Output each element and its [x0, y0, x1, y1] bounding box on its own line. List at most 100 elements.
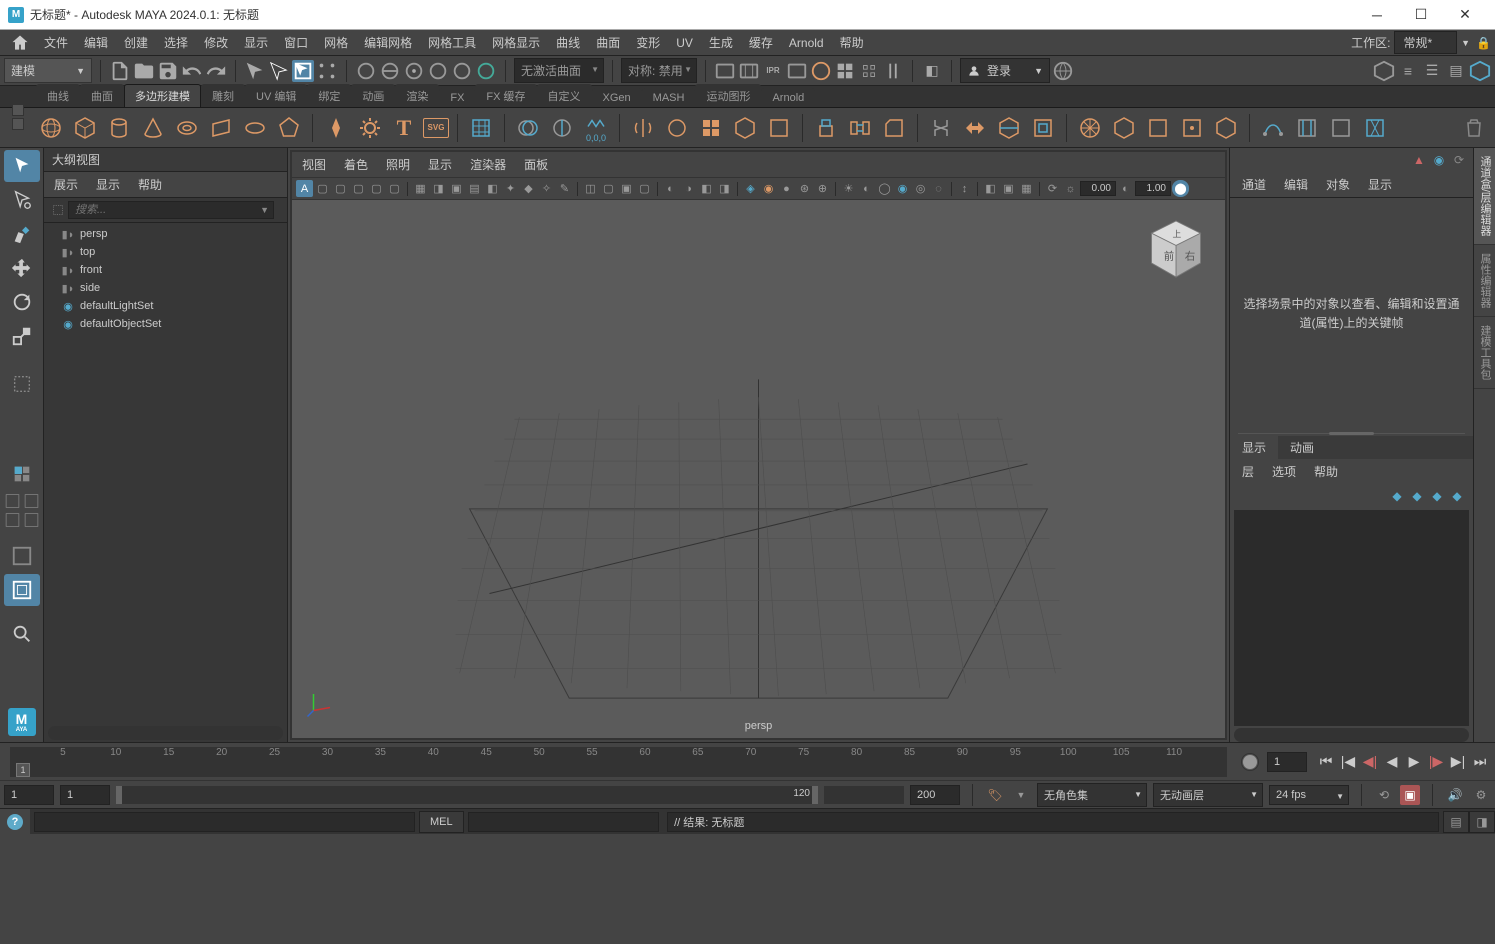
outliner-menu-show[interactable]: 展示: [50, 174, 82, 195]
vp-light-icon[interactable]: ☀: [840, 180, 857, 197]
toggle-panel-icon[interactable]: ◧: [921, 60, 943, 82]
shelf-trash-icon[interactable]: [1459, 113, 1489, 143]
shelf-tab-arnold[interactable]: Arnold: [761, 88, 815, 107]
key-caret-icon[interactable]: ▼: [1011, 785, 1031, 805]
new-scene-icon[interactable]: [109, 60, 131, 82]
shelf-tab-fx-caching[interactable]: FX 缓存: [475, 84, 536, 107]
outliner-menu-display[interactable]: 显示: [92, 174, 124, 195]
toggle-attribute-editor-icon[interactable]: ≡: [1397, 60, 1419, 82]
poly-cube-icon[interactable]: [70, 113, 100, 143]
poke-icon[interactable]: [1177, 113, 1207, 143]
layout-two-h-icon[interactable]: [23, 492, 40, 509]
menu-window[interactable]: 窗口: [276, 30, 316, 55]
script-editor-icon[interactable]: ▤: [1443, 811, 1469, 833]
channel-tab-channels[interactable]: 通道: [1238, 174, 1270, 195]
vp-grid-icon[interactable]: ▦: [412, 180, 429, 197]
view-cube[interactable]: 前 右 上: [1141, 214, 1211, 284]
vp-menu-renderer[interactable]: 渲染器: [466, 154, 510, 175]
vp-shadow-icon[interactable]: ◐: [858, 180, 875, 197]
menu-modify[interactable]: 修改: [196, 30, 236, 55]
layout-two-v-icon[interactable]: [4, 511, 21, 528]
toggle-channel-box-icon[interactable]: ▤: [1445, 60, 1467, 82]
minimize-button[interactable]: ─: [1355, 0, 1399, 30]
separate-icon[interactable]: [547, 113, 577, 143]
outliner-item-defaultobjectset[interactable]: ◉defaultObjectSet: [44, 315, 287, 333]
connect-icon[interactable]: [1326, 113, 1356, 143]
layout-four-icon[interactable]: [4, 492, 21, 509]
vp-multisample-icon[interactable]: ◨: [716, 180, 733, 197]
outliner-menu-help[interactable]: 帮助: [134, 174, 166, 195]
fill-hole-icon[interactable]: [1109, 113, 1139, 143]
menu-uv[interactable]: UV: [668, 32, 701, 54]
layer-list[interactable]: [1234, 510, 1469, 727]
insert-edge-loop-icon[interactable]: [1028, 113, 1058, 143]
vp-use-all-lights-icon[interactable]: ▢: [636, 180, 653, 197]
select-mask-icon[interactable]: [316, 60, 338, 82]
open-scene-icon[interactable]: [133, 60, 155, 82]
vp-xray-active-icon[interactable]: ⊛: [796, 180, 813, 197]
shelf-tab-curves[interactable]: 曲线: [36, 84, 80, 107]
menu-arnold[interactable]: Arnold: [781, 32, 832, 54]
menu-create[interactable]: 创建: [116, 30, 156, 55]
outliner-item-front[interactable]: ▮◗front: [44, 261, 287, 279]
layer-move-up-icon[interactable]: ◆: [1389, 488, 1405, 504]
command-shell-icon[interactable]: ◨: [1469, 811, 1495, 833]
layer-move-down-icon[interactable]: ◆: [1409, 488, 1425, 504]
workspace-caret-icon[interactable]: ▼: [1461, 38, 1470, 48]
layer-menu-help[interactable]: 帮助: [1310, 461, 1342, 482]
vp-gamma-value[interactable]: 1.00: [1135, 181, 1171, 196]
menu-mesh[interactable]: 网格: [316, 30, 356, 55]
poly-cylinder-icon[interactable]: [104, 113, 134, 143]
shelf-menu-icon[interactable]: [12, 104, 24, 116]
vp-color-management-icon[interactable]: ⬤: [1172, 180, 1189, 197]
vp-gamma-icon[interactable]: ◧: [982, 180, 999, 197]
menu-mesh-tools[interactable]: 网格工具: [420, 30, 484, 55]
menu-generate[interactable]: 生成: [701, 30, 741, 55]
select-by-component-icon[interactable]: [292, 60, 314, 82]
menu-curves[interactable]: 曲线: [548, 30, 588, 55]
layer-new-empty-icon[interactable]: ◆: [1429, 488, 1445, 504]
undo-icon[interactable]: [181, 60, 203, 82]
right-tab-modeling-toolkit[interactable]: 建模工具包: [1474, 317, 1495, 389]
menu-select[interactable]: 选择: [156, 30, 196, 55]
time-slider-track[interactable]: 5101520253035404550556065707580859095100…: [10, 747, 1227, 777]
maximize-button[interactable]: ☐: [1399, 0, 1443, 30]
command-input[interactable]: [468, 812, 659, 832]
vp-field-chart-icon[interactable]: ◧: [484, 180, 501, 197]
menu-deform[interactable]: 变形: [628, 30, 668, 55]
lasso-tool-icon[interactable]: [4, 184, 40, 216]
render-globe-icon[interactable]: [810, 60, 832, 82]
vp-default-material-icon[interactable]: ⊕: [814, 180, 831, 197]
play-forward-icon[interactable]: ▶: [1403, 751, 1425, 773]
shelf-tab-poly-modeling[interactable]: 多边形建模: [124, 84, 201, 107]
select-by-object-icon[interactable]: [268, 60, 290, 82]
range-track-extra[interactable]: [824, 786, 904, 804]
shelf-tab-uv-editing[interactable]: UV 编辑: [245, 84, 307, 107]
save-scene-icon[interactable]: [157, 60, 179, 82]
live-surface-field[interactable]: 无激活曲面▼: [514, 58, 604, 83]
shelf-handle[interactable]: [4, 86, 32, 148]
toggle-modeling-toolkit-icon[interactable]: [1373, 60, 1395, 82]
vp-shadows-icon[interactable]: ◐: [662, 180, 679, 197]
triangulate-icon[interactable]: [730, 113, 760, 143]
menu-display[interactable]: 显示: [236, 30, 276, 55]
anim-layer-dropdown[interactable]: 无动画层▼: [1153, 783, 1263, 807]
paint-select-tool-icon[interactable]: [4, 218, 40, 250]
outliner-item-defaultlightset[interactable]: ◉defaultLightSet: [44, 297, 287, 315]
vp-wireframe-icon[interactable]: ✧: [538, 180, 555, 197]
select-by-hierarchy-icon[interactable]: [244, 60, 266, 82]
snap-view-plane-icon[interactable]: [451, 60, 473, 82]
vp-exposure-value[interactable]: 0.00: [1080, 181, 1116, 196]
channel-tab-show[interactable]: 显示: [1364, 174, 1396, 195]
channel-tab-edit[interactable]: 编辑: [1280, 174, 1312, 195]
shelf-tab-motion-graphics[interactable]: 运动图形: [695, 84, 761, 107]
vp-gamma-label-icon[interactable]: ◐: [1117, 180, 1134, 197]
workspace-dropdown[interactable]: 常规*: [1394, 31, 1457, 54]
channel-layout-icon[interactable]: ▲: [1411, 152, 1427, 168]
merge-icon[interactable]: [926, 113, 956, 143]
toggle-tool-settings-icon[interactable]: ☰: [1421, 60, 1443, 82]
help-icon[interactable]: ?: [0, 809, 30, 835]
shelf-tab-mash[interactable]: MASH: [642, 88, 696, 107]
poly-torus-icon[interactable]: [172, 113, 202, 143]
step-back-key-icon[interactable]: |◀: [1337, 751, 1359, 773]
